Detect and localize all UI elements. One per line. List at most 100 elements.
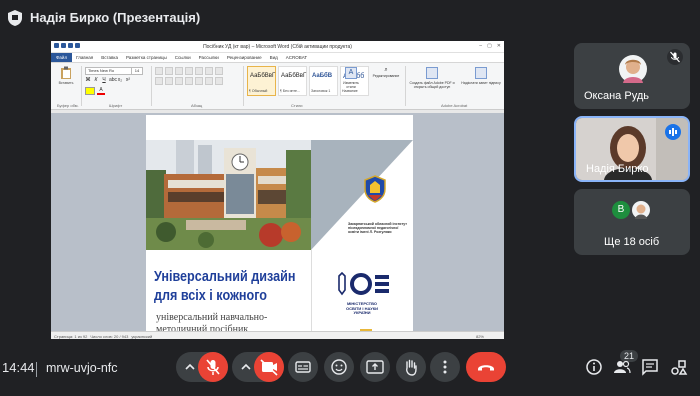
status-words[interactable]: Число слов: 20 / 943 <box>87 334 128 339</box>
style-normal[interactable]: АаБбВвГ ¶ Обычный <box>247 66 276 96</box>
tab-review[interactable]: Рецензирование <box>223 55 266 60</box>
list-buttons[interactable] <box>155 67 223 75</box>
bottom-bar: 14:44 mrw-uvjo-nfc 21 <box>0 342 700 396</box>
paste-label: Вставить <box>58 81 74 85</box>
cover-title-line-2: для всіх і кожного <box>154 287 268 304</box>
quick-access-toolbar[interactable] <box>54 43 80 48</box>
hangup-icon <box>478 365 494 371</box>
strike-button[interactable]: abc <box>109 77 117 83</box>
style-preview: АаБбВвГ <box>281 73 307 79</box>
ribbon-tabs: Файл Главная Вставка Разметка страницы С… <box>51 53 504 63</box>
shared-screen: Посібник УД (кт вар) – Microsoft Word (С… <box>51 41 504 339</box>
more-options-icon <box>443 360 447 374</box>
institute-name: Закарпатський обласний інститут післядип… <box>348 222 407 234</box>
font-size-select[interactable]: 14 <box>131 67 143 75</box>
cover-divider <box>311 250 312 339</box>
clipboard-icon <box>61 66 71 79</box>
editing-button[interactable]: ⌕ Редактирование <box>369 67 403 78</box>
info-icon[interactable] <box>585 358 603 376</box>
bold-button[interactable]: Ж <box>85 77 91 83</box>
change-styles-icon: A <box>345 67 357 79</box>
tab-view[interactable]: Вид <box>266 55 282 60</box>
present-icon <box>366 360 384 374</box>
styles-group-label: Стили <box>291 103 303 108</box>
captions-button[interactable] <box>288 352 318 382</box>
more-participants-label: Ще 18 осіб <box>604 236 660 248</box>
activities-icon[interactable] <box>670 358 688 376</box>
avatar: В <box>612 201 630 219</box>
participant-tile-nadiia[interactable]: Надія Бирко <box>574 116 690 182</box>
status-language[interactable]: украинский <box>128 334 152 339</box>
participant-tile-oksana[interactable]: Оксана Рудь <box>574 43 690 109</box>
tab-acrobat[interactable]: ACROBAT <box>282 55 311 60</box>
request-signature-button[interactable]: Надіслати запит підпису <box>461 67 501 85</box>
more-options-button[interactable] <box>430 352 460 382</box>
signature-icon <box>475 67 487 79</box>
close-icon[interactable]: ✕ <box>497 43 501 49</box>
people-icon[interactable] <box>613 358 631 376</box>
word-title-bar: Посібник УД (кт вар) – Microsoft Word (С… <box>51 41 504 53</box>
font-name-select[interactable]: Times New Ro <box>85 67 133 75</box>
presenter-title: Надія Бирко (Презентація) <box>30 10 201 25</box>
emoji-button[interactable] <box>324 352 354 382</box>
mic-off-icon <box>667 49 683 65</box>
style-preview: АаБбВвГ <box>250 73 276 79</box>
create-pdf-button[interactable]: Создать файл Adobe PDF и открыть общий д… <box>407 67 457 89</box>
pdf-icon <box>426 67 438 79</box>
mic-toggle-button[interactable] <box>198 352 228 382</box>
change-styles-button[interactable]: A Изменить стили <box>339 67 363 89</box>
tab-mailings[interactable]: Рассылки <box>195 55 223 60</box>
status-page[interactable]: Страница: 1 из 92 <box>51 334 87 339</box>
acrobat-group-label: Adobe Acrobat <box>441 103 468 108</box>
superscript-button[interactable]: x² <box>125 77 131 83</box>
avatar <box>619 55 647 83</box>
hangup-button[interactable] <box>466 352 506 382</box>
subscript-button[interactable]: x₂ <box>117 77 123 83</box>
zoom-level[interactable]: 82% <box>476 334 484 339</box>
top-bar: Надія Бирко (Презентація) <box>0 0 700 36</box>
shield-icon <box>8 10 22 26</box>
chevron-up-icon[interactable] <box>180 352 200 382</box>
present-button[interactable] <box>360 352 390 382</box>
ministry-name: МІНІСТЕРСТВО ОСВІТИ І НАУКИ УКРАЇНИ <box>345 301 379 315</box>
institute-emblem-icon <box>364 175 386 203</box>
maximize-icon[interactable]: ▢ <box>487 43 492 49</box>
editing-label: Редактирование <box>372 74 400 78</box>
participant-name: Надія Бирко <box>586 163 649 175</box>
window-controls[interactable]: – ▢ ✕ <box>479 43 501 49</box>
chat-icon[interactable] <box>641 358 659 376</box>
cover-title-line-1: Універсальний дизайн <box>154 268 296 285</box>
font-color-button[interactable]: А <box>97 87 105 95</box>
raise-hand-icon <box>406 359 417 376</box>
participant-tile-more[interactable]: В Ще 18 осіб <box>574 189 690 255</box>
divider <box>36 362 37 377</box>
format-buttons: Ж К Ч abc x₂ x² <box>85 77 131 83</box>
underline-button[interactable]: Ч <box>101 77 107 83</box>
highlight-button[interactable] <box>85 87 95 95</box>
style-label: ¶ Без инте... <box>280 89 300 93</box>
change-styles-label: Изменить стили <box>343 81 359 89</box>
font-group-label: Шрифт <box>109 103 123 108</box>
participant-name: Оксана Рудь <box>584 90 649 102</box>
ribbon: Вставить Буфер обм. Times New Ro 14 Ж К … <box>51 63 504 110</box>
align-buttons[interactable] <box>155 77 223 85</box>
tab-home[interactable]: Главная <box>72 55 97 60</box>
mic-off-icon <box>206 359 220 375</box>
minimize-icon[interactable]: – <box>479 43 482 49</box>
paste-button[interactable]: Вставить <box>54 66 78 85</box>
tab-insert[interactable]: Вставка <box>97 55 122 60</box>
tab-file[interactable]: Файл <box>51 53 73 62</box>
speaking-indicator-icon <box>665 124 681 140</box>
tab-references[interactable]: Ссылки <box>171 55 195 60</box>
camera-toggle-button[interactable] <box>254 352 284 382</box>
tab-layout[interactable]: Разметка страницы <box>122 55 171 60</box>
chevron-up-icon[interactable] <box>236 352 256 382</box>
raise-hand-button[interactable] <box>396 352 426 382</box>
meeting-code[interactable]: mrw-uvjo-nfc <box>46 361 118 375</box>
camera-off-icon <box>260 359 278 376</box>
style-no-spacing[interactable]: АаБбВвГ ¶ Без инте... <box>278 66 307 96</box>
style-heading-1[interactable]: АаБбВ Заголовок 1 <box>309 66 338 96</box>
find-icon: ⌕ <box>384 67 388 73</box>
style-preview: АаБбВ <box>312 73 333 79</box>
italic-button[interactable]: К <box>93 77 99 83</box>
